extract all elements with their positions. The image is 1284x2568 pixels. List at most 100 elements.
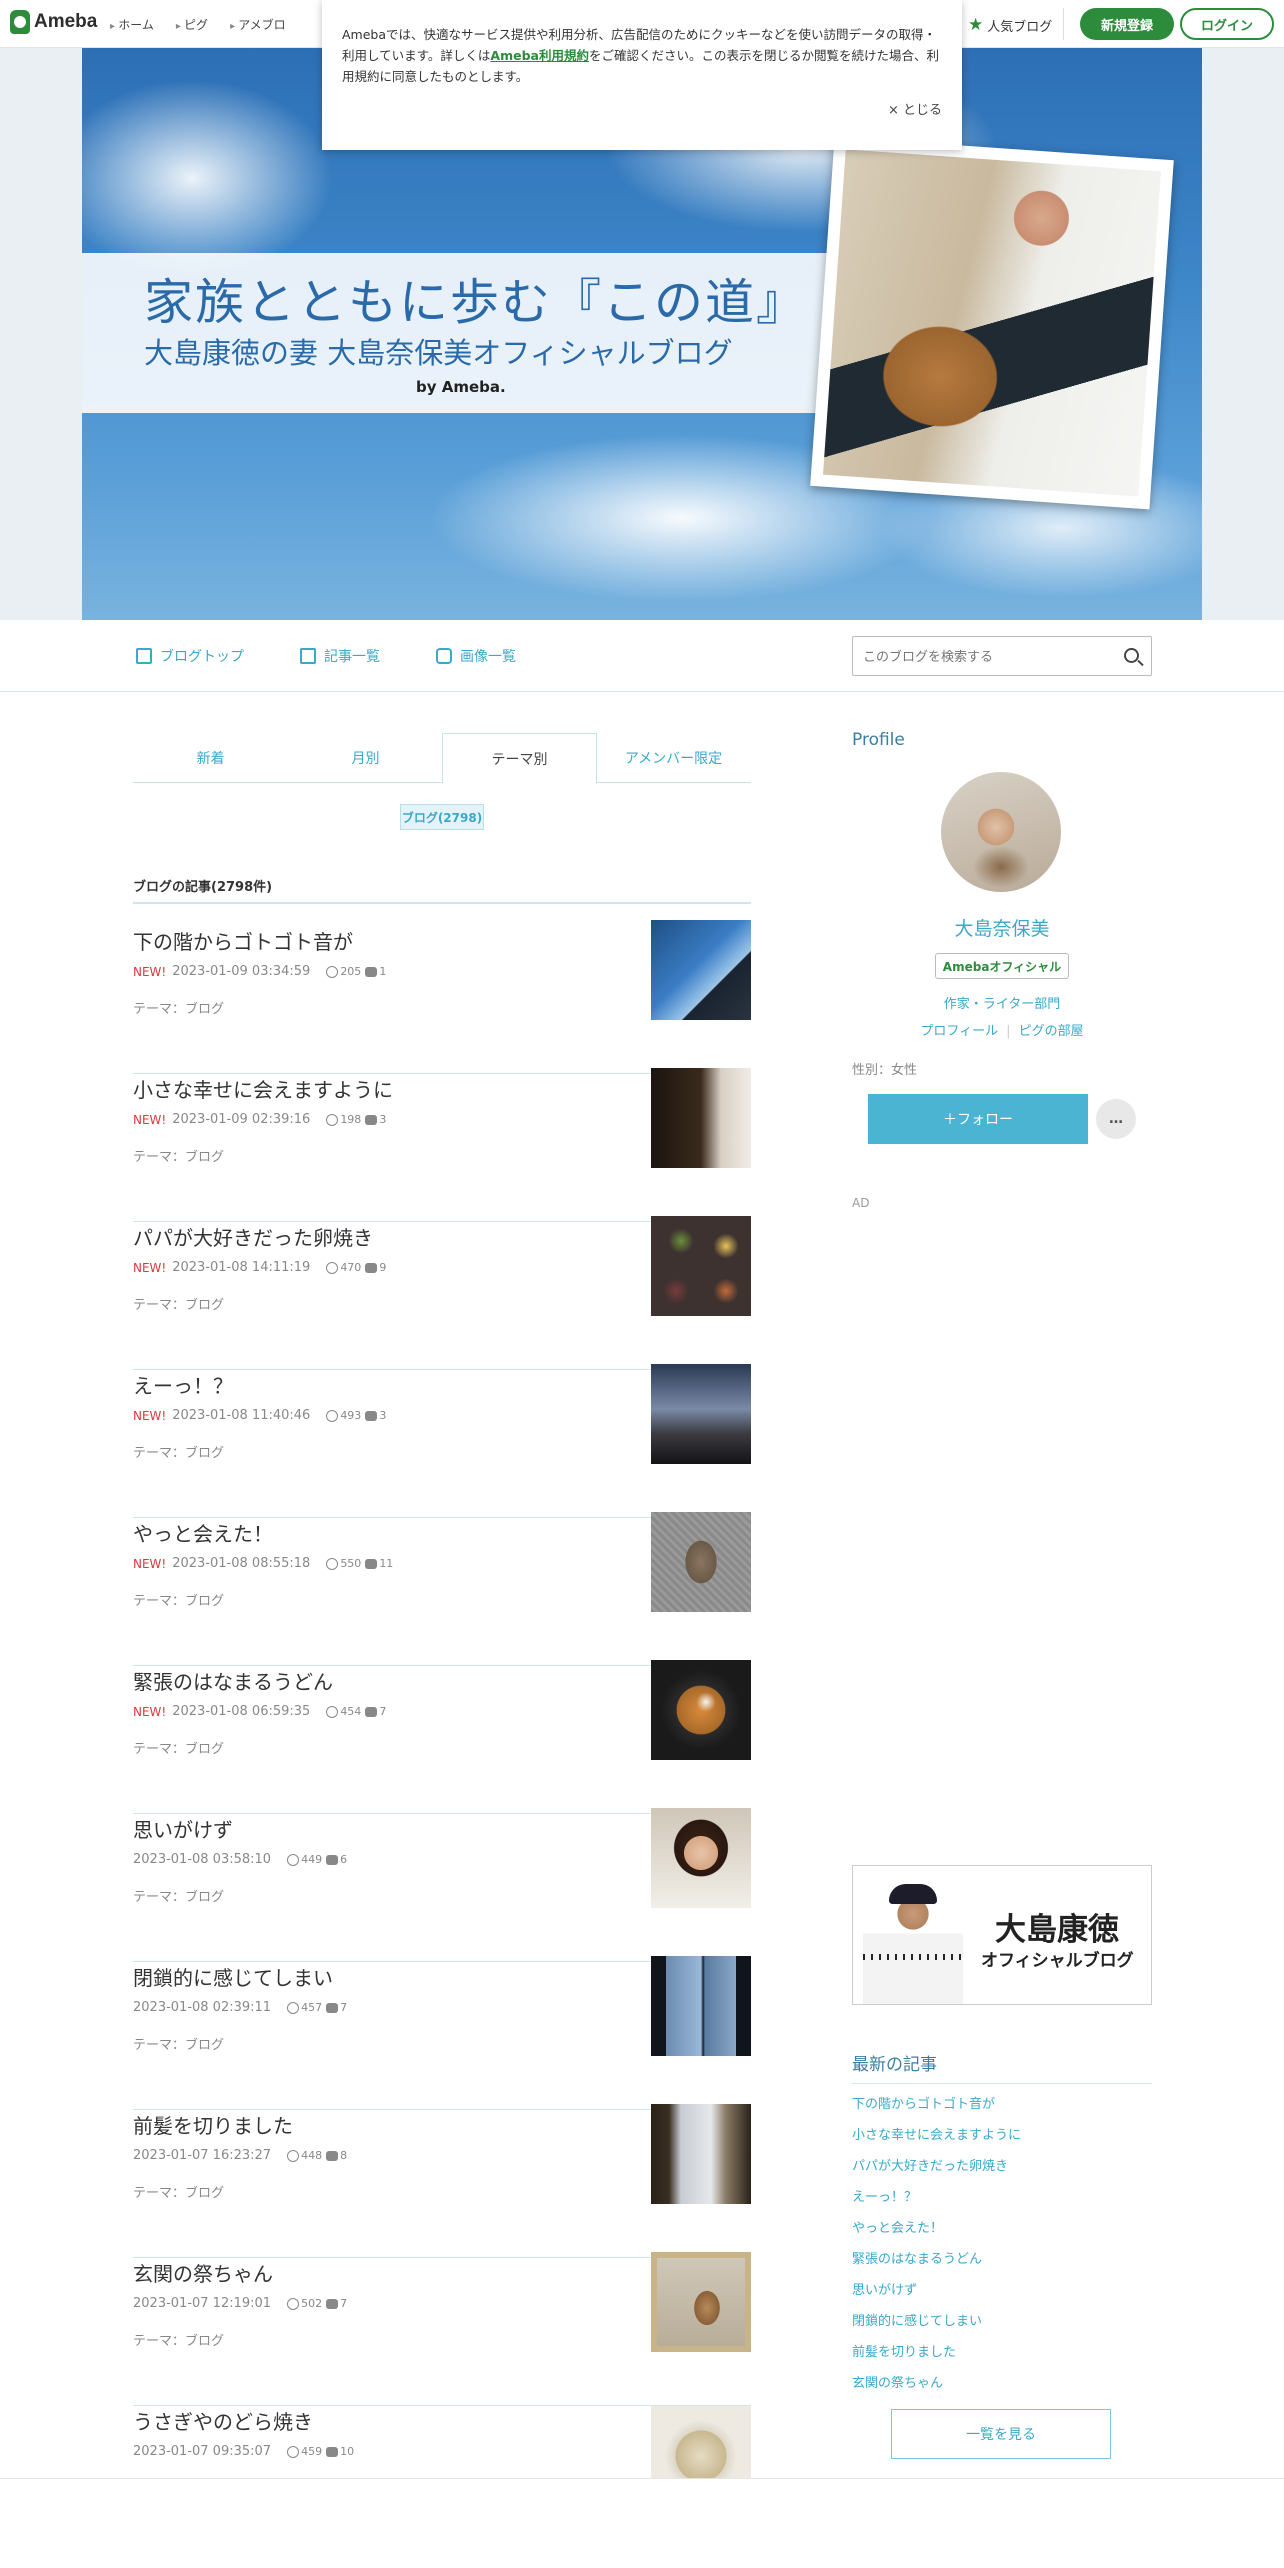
entry-thumbnail[interactable] — [651, 2406, 751, 2478]
latest-entry-link[interactable]: 玄関の祭ちゃん — [852, 2372, 1152, 2403]
entry-thumbnail[interactable] — [651, 1808, 751, 1908]
entry-title[interactable]: 思いがけず — [133, 1814, 233, 1843]
entry-title[interactable]: 小さな幸せに会えますように — [133, 1074, 393, 1103]
theme-chip[interactable]: ブログ(2798) — [400, 804, 484, 830]
entry-date: 2023-01-09 02:39:16 — [172, 1112, 311, 1127]
entry-theme[interactable]: テーマ：ブログ — [133, 2034, 224, 2053]
like-count: 454 — [340, 1705, 362, 1718]
entry-title[interactable]: やっと会えた！ — [133, 1518, 273, 1547]
entry-item[interactable]: 閉鎖的に感じてしまい 2023-01-08 02:39:11 457 7 テーマ：… — [133, 1956, 751, 2110]
entry-theme[interactable]: テーマ：ブログ — [133, 2182, 224, 2201]
like-icon — [326, 1705, 339, 1718]
entry-item[interactable]: やっと会えた！ NEW! 2023-01-08 08:55:18 550 11 テ… — [133, 1512, 751, 1666]
entry-thumbnail[interactable] — [651, 2104, 751, 2204]
tab-monthly[interactable]: 月別 — [288, 733, 443, 783]
new-badge: NEW! — [133, 1260, 167, 1275]
like-icon — [326, 1409, 339, 1422]
entry-date: 2023-01-07 16:23:27 — [133, 2148, 272, 2163]
entry-item[interactable]: うさぎやのどら焼き 2023-01-07 09:35:07 459 10 — [133, 2406, 751, 2478]
entry-theme[interactable]: テーマ：ブログ — [133, 1590, 224, 1609]
entry-theme[interactable]: テーマ：ブログ — [133, 1738, 224, 1757]
top-nav-home[interactable]: ホーム — [110, 16, 154, 33]
entry-item[interactable]: えーっ！？ NEW! 2023-01-08 11:40:46 493 3 テーマ：… — [133, 1364, 751, 1518]
entry-title[interactable]: 前髪を切りました — [133, 2110, 293, 2139]
entry-theme[interactable]: テーマ：ブログ — [133, 1886, 224, 1905]
more-options-button[interactable]: … — [1096, 1099, 1136, 1139]
tab-amember[interactable]: アメンバー限定 — [596, 733, 751, 783]
entry-item[interactable]: 玄関の祭ちゃん 2023-01-07 12:19:01 502 7 テーマ：ブログ — [133, 2252, 751, 2406]
ameba-logo[interactable]: Ameba — [10, 10, 97, 34]
latest-entry-link[interactable]: えーっ！？ — [852, 2186, 1152, 2217]
entry-title[interactable]: 玄関の祭ちゃん — [133, 2258, 273, 2287]
entry-date: 2023-01-07 09:35:07 — [133, 2444, 272, 2459]
entry-date: 2023-01-08 02:39:11 — [133, 2000, 272, 2015]
like-icon — [287, 2001, 300, 2014]
entry-item[interactable]: 小さな幸せに会えますように NEW! 2023-01-09 02:39:16 1… — [133, 1068, 751, 1222]
entry-title[interactable]: 下の階からゴトゴト音が — [133, 926, 353, 955]
entry-theme[interactable]: テーマ：ブログ — [133, 1146, 224, 1165]
entry-title[interactable]: うさぎやのどら焼き — [133, 2406, 313, 2435]
entry-thumbnail[interactable] — [651, 1364, 751, 1464]
see-all-button[interactable]: 一覧を見る — [891, 2409, 1111, 2459]
terms-link[interactable]: Ameba利用規約 — [490, 48, 589, 63]
latest-entry-link[interactable]: 閉鎖的に感じてしまい — [852, 2310, 1152, 2341]
latest-entry-link[interactable]: パパが大好きだった卵焼き — [852, 2155, 1152, 2186]
latest-entry-link[interactable]: やっと会えた！ — [852, 2217, 1152, 2248]
profile-avatar[interactable] — [941, 772, 1061, 892]
like-icon — [287, 1853, 300, 1866]
entry-thumbnail[interactable] — [651, 1068, 751, 1168]
cookie-close-button[interactable]: × とじる — [888, 100, 942, 121]
entry-item[interactable]: 思いがけず 2023-01-08 03:58:10 449 6 テーマ：ブログ — [133, 1808, 751, 1962]
like-count: 459 — [301, 2445, 323, 2458]
popular-blogs-label: 人気ブログ — [987, 19, 1053, 35]
blog-title: 家族とともに歩む『この道』 — [144, 274, 808, 331]
ameba-logo-icon — [10, 10, 30, 34]
top-nav-ameblo[interactable]: アメブロ — [230, 16, 285, 33]
copy-icon — [300, 648, 316, 664]
entry-thumbnail[interactable] — [651, 1660, 751, 1760]
follow-button[interactable]: ＋フォロー — [868, 1094, 1088, 1144]
latest-entries-list: 下の階からゴトゴト音が 小さな幸せに会えますように パパが大好きだった卵焼き え… — [852, 2093, 1152, 2403]
entry-theme[interactable]: テーマ：ブログ — [133, 1442, 224, 1461]
tab-theme[interactable]: テーマ別 — [442, 733, 597, 784]
profile-category[interactable]: 作家・ライター部門 — [852, 993, 1152, 1012]
entry-thumbnail[interactable] — [651, 2252, 751, 2352]
entry-thumbnail[interactable] — [651, 1956, 751, 2056]
entry-item[interactable]: 前髪を切りました 2023-01-07 16:23:27 448 8 テーマ：ブロ… — [133, 2104, 751, 2258]
profile-link[interactable]: プロフィール — [920, 1024, 998, 1039]
entry-theme[interactable]: テーマ：ブログ — [133, 2330, 224, 2349]
register-button[interactable]: 新規登録 — [1080, 8, 1174, 40]
entry-item[interactable]: 下の階からゴトゴト音が NEW! 2023-01-09 03:34:59 205… — [133, 920, 751, 1074]
entry-item[interactable]: パパが大好きだった卵焼き NEW! 2023-01-08 14:11:19 47… — [133, 1216, 751, 1370]
nav-image-list[interactable]: 画像一覧 — [436, 646, 516, 666]
latest-entry-link[interactable]: 小さな幸せに会えますように — [852, 2124, 1152, 2155]
ad-label: AD — [852, 1196, 870, 1210]
nav-blog-top[interactable]: ブログトップ — [136, 646, 244, 666]
popular-blogs-link[interactable]: ★ 人気ブログ — [968, 15, 1052, 35]
entry-theme[interactable]: テーマ：ブログ — [133, 1294, 224, 1313]
nav-entry-list[interactable]: 記事一覧 — [300, 646, 380, 666]
login-button[interactable]: ログイン — [1180, 8, 1274, 40]
entry-thumbnail[interactable] — [651, 1512, 751, 1612]
profile-name[interactable]: 大島奈保美 — [852, 914, 1152, 941]
tab-new[interactable]: 新着 — [133, 733, 288, 783]
entry-title[interactable]: 緊張のはなまるうどん — [133, 1666, 333, 1695]
pigg-room-link[interactable]: ピグの部屋 — [1019, 1024, 1084, 1039]
top-nav-pigg[interactable]: ピグ — [176, 16, 208, 33]
latest-entry-link[interactable]: 思いがけず — [852, 2279, 1152, 2310]
latest-entry-link[interactable]: 前髪を切りました — [852, 2341, 1152, 2372]
entry-thumbnail[interactable] — [651, 1216, 751, 1316]
entry-theme[interactable]: テーマ：ブログ — [133, 998, 224, 1017]
entry-title[interactable]: パパが大好きだった卵焼き — [133, 1222, 373, 1251]
entry-thumbnail[interactable] — [651, 920, 751, 1020]
entry-title[interactable]: えーっ！？ — [133, 1370, 233, 1399]
partner-blog-banner[interactable]: 大島康徳 オフィシャルブログ — [852, 1865, 1152, 2005]
official-badge[interactable]: Amebaオフィシャル — [935, 953, 1069, 979]
latest-entry-link[interactable]: 下の階からゴトゴト音が — [852, 2093, 1152, 2124]
latest-entry-link[interactable]: 緊張のはなまるうどん — [852, 2248, 1152, 2279]
entry-item[interactable]: 緊張のはなまるうどん NEW! 2023-01-08 06:59:35 454 7… — [133, 1660, 751, 1814]
search-icon[interactable] — [1124, 648, 1139, 663]
entry-title[interactable]: 閉鎖的に感じてしまい — [133, 1962, 333, 1991]
blog-search-input[interactable] — [863, 647, 1103, 667]
entry-counts: 550 11 — [326, 1557, 393, 1570]
